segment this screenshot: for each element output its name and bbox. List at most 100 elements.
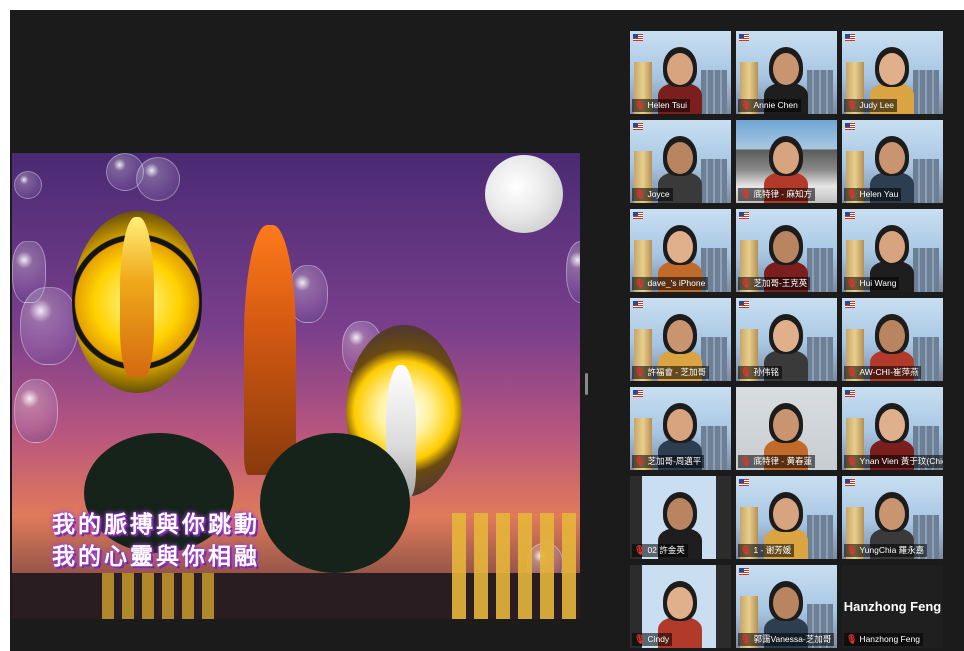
participant-name: 郭靄Vanessa-芝加哥 (753, 634, 832, 644)
participant-tile[interactable]: 🎙Ynan Vien 黃于玟(Chic... (842, 387, 943, 470)
participant-tile[interactable]: 🎙 dave_'s iPhone (630, 209, 731, 292)
participant-tile[interactable]: 🎙 孙伟铭 (736, 298, 837, 381)
participant-tile[interactable]: 🎙 底特律 - 黄春蓮 (736, 387, 837, 470)
participant-name: YungChia 羅永嘉 (859, 545, 925, 555)
participant-name: 芝加哥-王克英 (753, 278, 808, 288)
participant-name: 芝加哥-周邁平 (647, 456, 702, 466)
participant-tile[interactable]: 🎙 芝加哥-王克英 (736, 209, 837, 292)
participant-name-label: 🎙 Joyce (632, 188, 673, 201)
participant-name: Hanzhong Feng (859, 634, 920, 644)
mic-off-icon: 🎙 (634, 545, 646, 555)
participant-name: 1 - 谢芳媛 (753, 545, 792, 555)
participant-name-label: 🎙 1 - 谢芳媛 (738, 544, 795, 557)
person-face (879, 53, 905, 85)
mic-off-icon: 🎙 (634, 634, 646, 644)
person-face (879, 498, 905, 530)
participant-tile[interactable]: 🎙 1 - 谢芳媛 (736, 476, 837, 559)
participant-tile[interactable]: 🎙 芝加哥-周邁平 (630, 387, 731, 470)
mic-off-icon: 🎙 (846, 278, 858, 288)
statue-row (452, 513, 580, 619)
participant-name-label: 🎙 Cindy (632, 633, 673, 646)
participant-tile[interactable]: Hanzhong Feng 🎙 Hanzhong Feng (842, 565, 943, 648)
person-face (773, 142, 799, 174)
participant-name-label: 🎙 底特律 - 黄春蓮 (738, 455, 815, 468)
mic-off-icon: 🎙 (634, 367, 646, 377)
person-face (879, 231, 905, 263)
participant-name: Hui Wang (859, 278, 897, 288)
mic-off-icon: 🎙 (846, 100, 858, 110)
mic-off-icon: 🎙 (634, 100, 646, 110)
participant-name-label: 🎙 02 許金英 (632, 544, 688, 557)
mic-off-icon: 🎙 (634, 456, 646, 466)
participant-name: 許福會 - 芝加哥 (647, 367, 706, 377)
bubble (566, 241, 580, 303)
participant-tile[interactable]: 🎙 許福會 - 芝加哥 (630, 298, 731, 381)
mic-off-icon: 🎙 (846, 634, 858, 644)
bubble (14, 171, 42, 199)
camera-off-name: Hanzhong Feng (843, 599, 942, 614)
participant-tile[interactable]: 🎙 Hui Wang (842, 209, 943, 292)
mic-off-icon: 🎙 (846, 545, 858, 555)
participant-name-label: 🎙 芝加哥-周邁平 (632, 455, 705, 468)
meeting-window: 我的脈搏與你跳動 我的心靈與你相融 🎙 Helen Tsui 🎙 Annie Chen… (10, 10, 964, 651)
person-face (667, 142, 693, 174)
participant-tile[interactable]: 🎙 Annie Chen (736, 31, 837, 114)
participant-name: Cindy (647, 634, 670, 644)
participant-name-label: 🎙 YungChia 羅永嘉 (844, 544, 928, 557)
person-face (773, 498, 799, 530)
participant-tile[interactable]: 🎙 Cindy (630, 565, 731, 648)
participant-name-label: 🎙 Hanzhong Feng (844, 633, 923, 646)
participant-tile[interactable]: 🎙 郭靄Vanessa-芝加哥 (736, 565, 837, 648)
participant-name-label: 🎙 許福會 - 芝加哥 (632, 366, 709, 379)
participant-name-label: 🎙 郭靄Vanessa-芝加哥 (738, 633, 835, 646)
participant-tile[interactable]: 🎙 Helen Yau (842, 120, 943, 203)
participant-name: Joyce (647, 189, 670, 199)
participant-tile[interactable]: 🎙 AW-CHI-崔萍燕 (842, 298, 943, 381)
person-face (667, 231, 693, 263)
participant-name-label: 🎙Ynan Vien 黃于玟(Chic... (844, 455, 943, 468)
participant-name: 孙伟铭 (753, 367, 779, 377)
person-face (667, 587, 693, 619)
participant-tile[interactable]: 🎙 Judy Lee (842, 31, 943, 114)
person-face (773, 231, 799, 263)
participant-name: 02 許金英 (647, 545, 685, 555)
mic-off-icon: 🎙 (740, 100, 752, 110)
person-face (879, 320, 905, 352)
mic-off-icon: 🎙 (634, 189, 646, 199)
participant-name: Helen Yau (859, 189, 899, 199)
participant-name-label: 🎙 孙伟铭 (738, 366, 782, 379)
participant-name-label: 🎙 Helen Tsui (632, 99, 690, 112)
mic-off-icon: 🎙 (846, 367, 858, 377)
participant-tile[interactable]: 🎙 YungChia 羅永嘉 (842, 476, 943, 559)
participant-tile[interactable]: 🎙 02 許金英 (630, 476, 731, 559)
lyric-line-2: 我的心靈與你相融 (52, 543, 260, 569)
resize-handle[interactable] (585, 373, 588, 395)
moon-graphic (485, 155, 563, 233)
person-face (773, 53, 799, 85)
person-face (773, 587, 799, 619)
mic-off-icon: 🎙 (740, 278, 752, 288)
person-face (879, 142, 905, 174)
participant-name-label: 🎙 Helen Yau (844, 188, 902, 201)
participant-tile[interactable]: 🎙 Joyce (630, 120, 731, 203)
shared-screen[interactable]: 我的脈搏與你跳動 我的心靈與你相融 (12, 153, 580, 619)
bubble (136, 157, 180, 201)
mic-off-icon: 🎙 (740, 634, 752, 644)
mic-off-icon: 🎙 (846, 456, 858, 466)
participant-name: Judy Lee (859, 100, 894, 110)
participant-name-label: 🎙 底特律 - 麻知方 (738, 188, 815, 201)
participant-name-label: 🎙 dave_'s iPhone (632, 277, 709, 290)
participant-name: Annie Chen (753, 100, 798, 110)
tree (260, 433, 410, 573)
mic-off-icon: 🎙 (846, 189, 858, 199)
participant-name-label: 🎙 Hui Wang (844, 277, 900, 290)
mic-off-icon: 🎙 (634, 278, 646, 288)
statue-row (102, 573, 222, 619)
participant-name-label: 🎙 芝加哥-王克英 (738, 277, 811, 290)
participant-name-label: 🎙 AW-CHI-崔萍燕 (844, 366, 922, 379)
lyric-line-1: 我的脈搏與你跳動 (52, 511, 260, 537)
participant-name: 底特律 - 黄春蓮 (753, 456, 812, 466)
participant-tile[interactable]: 🎙 底特律 - 麻知方 (736, 120, 837, 203)
participant-tile[interactable]: 🎙 Helen Tsui (630, 31, 731, 114)
mic-off-icon: 🎙 (740, 456, 752, 466)
